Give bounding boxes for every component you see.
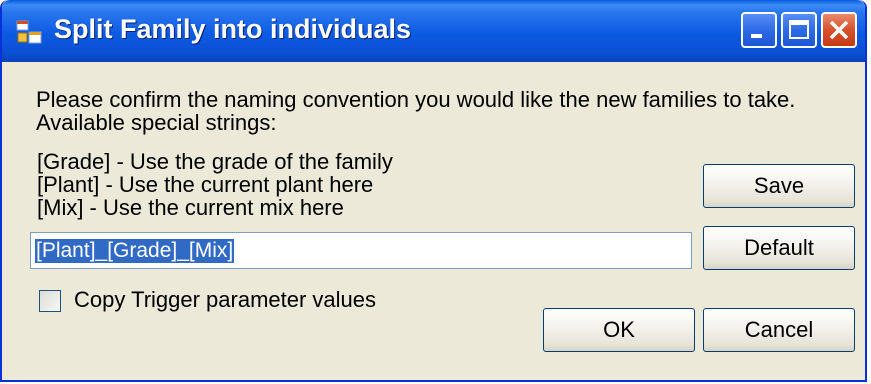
title-bar[interactable]: Split Family into individuals bbox=[2, 0, 865, 62]
grade-string-help: [Grade] - Use the grade of the family bbox=[37, 149, 393, 174]
minimize-icon bbox=[751, 34, 762, 38]
dialog-body: Please confirm the naming convention you… bbox=[2, 62, 865, 380]
copy-trigger-checkbox[interactable] bbox=[39, 290, 61, 312]
naming-convention-value: [Plant]_[Grade]_[Mix] bbox=[35, 239, 235, 263]
save-button[interactable]: Save bbox=[703, 164, 855, 208]
cancel-button[interactable]: Cancel bbox=[703, 308, 855, 352]
default-button[interactable]: Default bbox=[703, 226, 855, 270]
dialog-window: Split Family into individuals Please con… bbox=[0, 0, 867, 382]
ok-button[interactable]: OK bbox=[543, 308, 695, 352]
maximize-button[interactable] bbox=[781, 12, 817, 48]
plant-string-help: [Plant] - Use the current plant here bbox=[37, 172, 374, 197]
copy-trigger-label[interactable]: Copy Trigger parameter values bbox=[74, 288, 376, 312]
close-icon bbox=[829, 20, 849, 40]
mix-string-help: [Mix] - Use the current mix here bbox=[37, 195, 344, 220]
window-title: Split Family into individuals bbox=[54, 14, 412, 44]
close-button[interactable] bbox=[821, 12, 857, 48]
intro-text: Please confirm the naming convention you… bbox=[36, 87, 796, 112]
maximize-icon bbox=[789, 20, 809, 39]
naming-convention-input[interactable]: [Plant]_[Grade]_[Mix] bbox=[30, 232, 692, 269]
minimize-button[interactable] bbox=[741, 12, 777, 48]
app-window-icon bbox=[16, 20, 42, 44]
special-strings-heading: Available special strings: bbox=[36, 110, 277, 135]
